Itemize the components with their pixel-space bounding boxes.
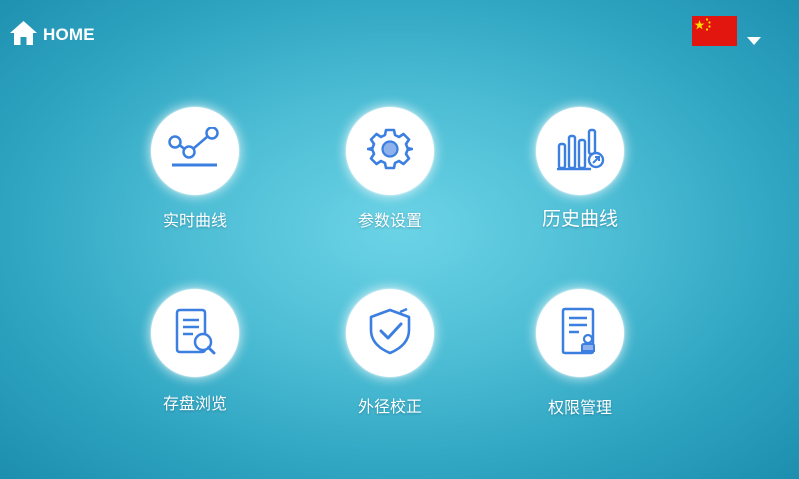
menu-item-label: 外径校正 [357, 397, 422, 416]
bar-chart-icon [555, 126, 605, 176]
menu-item-circle [346, 107, 434, 195]
top-bar: HOME [0, 0, 799, 70]
menu-item-parameter-settings[interactable]: 参数设置 [310, 107, 470, 257]
menu-item-circle [536, 289, 624, 377]
permission-document-icon [557, 307, 603, 359]
menu-item-circle [151, 289, 239, 377]
menu-item-circle [346, 289, 434, 377]
menu-item-label: 权限管理 [547, 398, 612, 417]
document-search-icon [171, 307, 219, 359]
menu-item-permission-management[interactable]: 权限管理 [500, 289, 660, 439]
menu-item-diameter-correction[interactable]: 外径校正 [310, 289, 470, 439]
home-label: HOME [43, 25, 95, 44]
shield-check-icon [367, 307, 413, 359]
home-button[interactable]: HOME [9, 20, 95, 50]
menu-item-saved-browse[interactable]: 存盘浏览 [115, 289, 275, 439]
menu-item-circle [536, 107, 624, 195]
gear-icon [366, 126, 414, 176]
china-flag-icon [692, 16, 737, 46]
menu-item-label: 历史曲线 [541, 208, 618, 230]
menu-item-realtime-curve[interactable]: 实时曲线 [115, 107, 275, 257]
language-flag[interactable] [692, 16, 737, 46]
menu-item-label: 存盘浏览 [162, 394, 227, 413]
menu-item-label: 实时曲线 [162, 211, 227, 230]
line-chart-icon [167, 126, 223, 175]
menu-item-history-curve[interactable]: 历史曲线 [500, 107, 660, 257]
menu-item-label: 参数设置 [357, 211, 422, 230]
menu-item-circle [151, 107, 239, 195]
caret-down-icon[interactable] [747, 31, 761, 50]
home-icon [9, 20, 38, 50]
